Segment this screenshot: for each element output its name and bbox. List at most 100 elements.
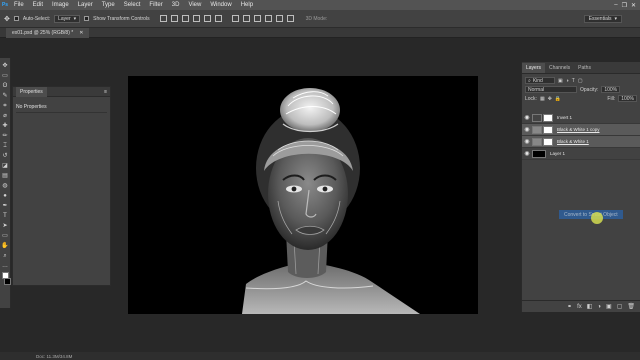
- portrait-image: [128, 76, 478, 314]
- distribute-top-icon[interactable]: [231, 15, 239, 22]
- zoom-tool-icon[interactable]: ⌕: [2, 252, 9, 259]
- toolbar: ✥ ▭ ʘ ✎ ⌗ ⌀ ✚ ✏ ⌶ ↺ ◪ ▤ ◍ ● ✒ T ➤ ▭ ✋ ⌕ …: [0, 58, 11, 308]
- 3d-mode-label: 3D Mode:: [305, 15, 328, 22]
- hand-tool-icon[interactable]: ✋: [1, 242, 8, 249]
- lock-row: Lock: ▦ ✥ 🔒 Fill: 100%: [522, 94, 640, 103]
- layer-row-bw-copy[interactable]: ◉ Black & White 1 copy: [522, 124, 640, 136]
- eraser-tool-icon[interactable]: ◪: [2, 162, 9, 169]
- move-tool-icon[interactable]: ✥: [4, 15, 10, 23]
- history-brush-tool-icon[interactable]: ↺: [2, 152, 9, 159]
- dodge-tool-icon[interactable]: ●: [2, 192, 9, 199]
- tab-paths[interactable]: Paths: [574, 63, 595, 73]
- lock-all-icon[interactable]: 🔒: [555, 96, 561, 102]
- align-left-icon[interactable]: [192, 15, 200, 22]
- fx-icon[interactable]: fx: [577, 304, 582, 310]
- eyedropper-tool-icon[interactable]: ⌀: [2, 112, 9, 119]
- align-middle-icon[interactable]: [170, 15, 178, 22]
- menu-layer[interactable]: Layer: [74, 2, 98, 8]
- layer-row-bw[interactable]: ◉ Black & White 1: [522, 136, 640, 148]
- layers-panel: Layers Channels Paths ⌕ Kind ▣ ◑ T ▢ Nor…: [521, 62, 640, 312]
- eye-icon[interactable]: ◉: [522, 150, 532, 157]
- menu-type[interactable]: Type: [98, 2, 120, 8]
- menu-window[interactable]: Window: [206, 2, 236, 8]
- healing-tool-icon[interactable]: ✚: [2, 122, 9, 129]
- add-mask-icon[interactable]: ◧: [587, 303, 593, 310]
- new-layer-icon[interactable]: ▢: [617, 303, 623, 310]
- menu-filter[interactable]: Filter: [145, 2, 167, 8]
- menu-3d[interactable]: 3D: [168, 2, 185, 8]
- transform-controls-checkbox[interactable]: [84, 16, 90, 21]
- type-tool-icon[interactable]: T: [2, 212, 9, 219]
- background-color-swatch[interactable]: [4, 278, 11, 285]
- layer-filter-dropdown[interactable]: ⌕ Kind: [525, 77, 555, 84]
- filter-shape-icon[interactable]: ▢: [578, 78, 583, 84]
- stamp-tool-icon[interactable]: ⌶: [2, 142, 9, 149]
- crop-tool-icon[interactable]: ⌗: [2, 102, 9, 109]
- auto-select-dropdown[interactable]: Layer ▾: [54, 14, 81, 23]
- align-buttons: [159, 15, 222, 22]
- shape-tool-icon[interactable]: ▭: [2, 232, 9, 239]
- menu-file[interactable]: File: [10, 2, 29, 8]
- distribute-bottom-icon[interactable]: [253, 15, 261, 22]
- panel-menu-icon[interactable]: ≡: [104, 89, 107, 95]
- move-tool-icon[interactable]: ✥: [2, 62, 9, 69]
- link-layers-icon[interactable]: ⚭: [567, 303, 572, 310]
- more-tool-icon[interactable]: …: [2, 262, 9, 269]
- lock-position-icon[interactable]: ✥: [548, 96, 552, 102]
- adjustment-icon: [532, 113, 542, 122]
- group-icon[interactable]: ▣: [606, 303, 612, 310]
- align-bottom-icon[interactable]: [181, 15, 189, 22]
- blur-tool-icon[interactable]: ◍: [2, 182, 9, 189]
- maximize-icon[interactable]: ❐: [622, 2, 627, 9]
- eye-icon[interactable]: ◉: [522, 126, 532, 133]
- adjustment-layer-icon[interactable]: ◑: [597, 304, 601, 310]
- document-tab[interactable]: ex01.psd @ 25% (RGB/8) * ✕: [6, 28, 90, 38]
- close-icon[interactable]: ✕: [631, 2, 636, 9]
- properties-tab[interactable]: Properties: [16, 86, 47, 97]
- marquee-tool-icon[interactable]: ▭: [2, 72, 9, 79]
- menu-help[interactable]: Help: [237, 2, 258, 8]
- path-select-tool-icon[interactable]: ➤: [2, 222, 9, 229]
- gradient-tool-icon[interactable]: ▤: [2, 172, 9, 179]
- quick-select-tool-icon[interactable]: ✎: [2, 92, 9, 99]
- menu-edit[interactable]: Edit: [29, 2, 48, 8]
- filter-pixel-icon[interactable]: ▣: [558, 78, 563, 84]
- workspace-dropdown[interactable]: Essentials ▾: [583, 14, 622, 23]
- document-title: ex01.psd @ 25% (RGB/8) *: [12, 30, 74, 36]
- layer-name: Layer 1: [550, 151, 566, 156]
- auto-select-checkbox[interactable]: [13, 16, 19, 21]
- minimize-icon[interactable]: –: [614, 2, 617, 9]
- align-right-icon[interactable]: [214, 15, 222, 22]
- pen-tool-icon[interactable]: ✒: [2, 202, 9, 209]
- lasso-tool-icon[interactable]: ʘ: [2, 82, 9, 89]
- tab-channels[interactable]: Channels: [545, 63, 574, 73]
- distribute-center-icon[interactable]: [275, 15, 283, 22]
- align-center-icon[interactable]: [203, 15, 211, 22]
- menu-image[interactable]: Image: [48, 2, 74, 8]
- filter-type-icon[interactable]: T: [572, 78, 575, 84]
- blend-row: Normal Opacity: 100%: [522, 85, 640, 94]
- eye-icon[interactable]: ◉: [522, 138, 532, 145]
- trash-icon[interactable]: 🗑: [627, 303, 635, 310]
- distribute-left-icon[interactable]: [264, 15, 272, 22]
- opacity-value: 100%: [604, 86, 618, 93]
- distribute-right-icon[interactable]: [286, 15, 294, 22]
- eye-icon[interactable]: ◉: [522, 114, 532, 121]
- layers-panel-tabs: Layers Channels Paths: [522, 62, 640, 74]
- opacity-field[interactable]: 100%: [601, 86, 621, 93]
- layer-row-layer1[interactable]: ◉ Layer 1: [522, 148, 640, 160]
- fill-field[interactable]: 100%: [618, 95, 637, 102]
- menu-select[interactable]: Select: [120, 2, 146, 8]
- align-top-icon[interactable]: [159, 15, 167, 22]
- document-canvas[interactable]: [128, 76, 478, 314]
- layer-row-invert[interactable]: ◉ Invert 1: [522, 112, 640, 124]
- layer-mask-thumbnail: [543, 137, 553, 146]
- lock-pixels-icon[interactable]: ▦: [540, 96, 545, 102]
- blend-mode-dropdown[interactable]: Normal: [525, 86, 577, 93]
- distribute-middle-icon[interactable]: [242, 15, 250, 22]
- close-tab-icon[interactable]: ✕: [79, 30, 83, 36]
- tab-layers[interactable]: Layers: [522, 63, 546, 73]
- brush-tool-icon[interactable]: ✏: [2, 132, 9, 139]
- menu-view[interactable]: View: [184, 2, 206, 8]
- filter-adjust-icon[interactable]: ◑: [566, 78, 569, 84]
